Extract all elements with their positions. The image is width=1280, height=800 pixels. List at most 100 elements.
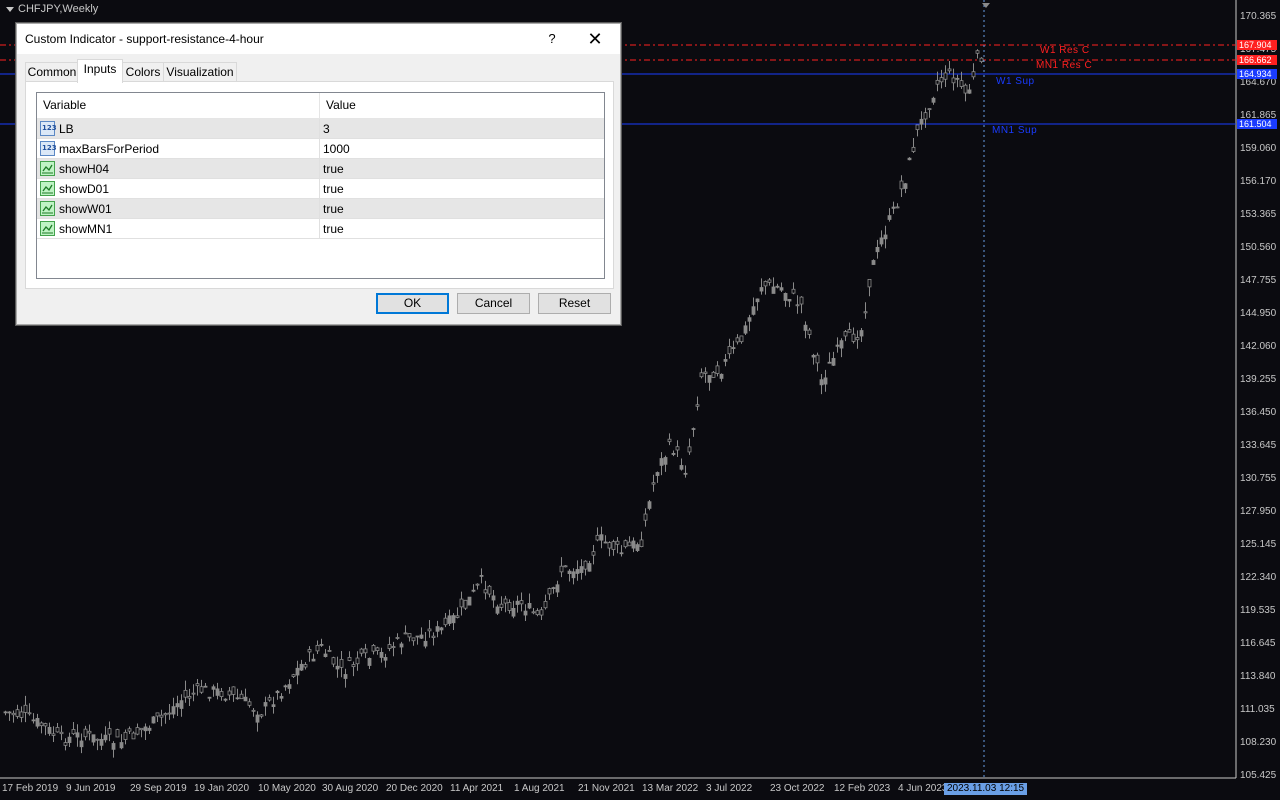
candle-body (703, 371, 708, 374)
candle-body (807, 329, 812, 335)
candle-body (811, 354, 816, 358)
value-cell[interactable]: true (320, 199, 604, 219)
inputs-grid[interactable]: Variable Value 123 LB 3 123 maxBarsForPeriod… (36, 92, 605, 279)
candle-body (267, 697, 272, 701)
candle-body (475, 583, 480, 586)
candle-body (271, 704, 276, 707)
candle-body (979, 57, 984, 63)
candle-body (515, 600, 520, 605)
candle-body (567, 570, 572, 574)
dialog-title: Custom Indicator - support-resistance-4-… (25, 32, 264, 46)
indicator-price-tag: 161.504 (1237, 119, 1277, 129)
candle-body (823, 377, 828, 385)
candle-body (623, 540, 628, 548)
period-separator-marker-icon (982, 3, 990, 8)
candle-body (931, 97, 936, 103)
candle-body (191, 692, 196, 695)
candle-body (171, 706, 176, 715)
candle-body (827, 361, 832, 364)
candle-body (835, 344, 840, 347)
cancel-button[interactable]: Cancel (457, 293, 530, 314)
candle-body (867, 278, 872, 288)
input-row[interactable]: showD01 true (37, 179, 604, 199)
candle-body (407, 633, 412, 638)
candle-body (371, 645, 376, 652)
dialog-titlebar[interactable]: Custom Indicator - support-resistance-4-… (17, 24, 620, 54)
close-button[interactable]: ✕ (583, 27, 607, 51)
candle-body (359, 648, 364, 654)
candle-body (343, 674, 348, 679)
candle-body (59, 731, 64, 735)
candle-body (975, 50, 980, 54)
input-row[interactable]: 123 maxBarsForPeriod 1000 (37, 139, 604, 159)
reset-button[interactable]: Reset (538, 293, 611, 314)
candle-body (183, 689, 188, 698)
candle-body (335, 665, 340, 670)
candle-body (955, 77, 960, 80)
candle-body (375, 647, 380, 651)
candle-body (831, 358, 836, 366)
candle-body (55, 727, 60, 733)
grid-header: Variable Value (37, 93, 604, 119)
candle-body (115, 729, 120, 738)
input-row[interactable]: showW01 true (37, 199, 604, 219)
candle-body (39, 722, 44, 727)
dropdown-triangle-icon[interactable] (6, 6, 14, 12)
candle-body (3, 711, 8, 714)
candle-body (851, 333, 856, 342)
inputs-panel: Variable Value 123 LB 3 123 maxBarsForPeriod… (25, 81, 614, 289)
tab-common[interactable]: Common (25, 62, 79, 82)
variable-name: LB (59, 122, 74, 136)
candle-body (499, 603, 504, 608)
candle-body (179, 700, 184, 709)
ok-button[interactable]: OK (376, 293, 449, 314)
candle-body (311, 658, 316, 662)
candle-body (871, 260, 876, 265)
help-button[interactable]: ? (541, 27, 563, 51)
input-row[interactable]: showMN1 true (37, 219, 604, 239)
column-header-value[interactable]: Value (320, 93, 604, 118)
candle-body (299, 663, 304, 671)
variable-name: showMN1 (59, 222, 113, 236)
candle-body (511, 608, 516, 617)
candle-body (383, 657, 388, 661)
candle-body (415, 635, 420, 638)
candle-body (355, 657, 360, 665)
tab-inputs[interactable]: Inputs (77, 59, 123, 83)
candle-body (123, 731, 128, 740)
candle-body (779, 287, 784, 291)
value-cell[interactable]: true (320, 219, 604, 239)
candle-body (915, 124, 920, 131)
candle-body (7, 711, 12, 714)
value-cell[interactable]: 3 (320, 119, 604, 139)
candle-body (751, 306, 756, 315)
candle-body (943, 72, 948, 80)
tab-colors[interactable]: Colors (121, 62, 165, 82)
candle-body (251, 709, 256, 712)
candle-body (175, 703, 180, 708)
candle-body (451, 615, 456, 624)
input-row[interactable]: showH04 true (37, 159, 604, 179)
candle-body (479, 575, 484, 577)
time-tick-label: 17 Feb 2019 (2, 783, 59, 794)
candle-body (327, 649, 332, 652)
candle-body (215, 688, 220, 696)
candle-body (47, 726, 52, 734)
candle-body (935, 79, 940, 85)
column-header-variable[interactable]: Variable (37, 93, 320, 118)
value-cell[interactable]: 1000 (320, 139, 604, 159)
tab-visualization[interactable]: Visualization (163, 62, 237, 82)
value-cell[interactable]: true (320, 179, 604, 199)
input-row[interactable]: 123 LB 3 (37, 119, 604, 139)
candle-body (691, 428, 696, 430)
candle-body (239, 693, 244, 700)
candle-body (735, 337, 740, 343)
price-tick-label: 111.035 (1240, 704, 1275, 715)
candle-body (227, 690, 232, 696)
candle-body (747, 317, 752, 322)
candle-body (43, 723, 48, 727)
value-cell[interactable]: true (320, 159, 604, 179)
candle-body (879, 237, 884, 245)
price-tick-label: 105.425 (1240, 770, 1277, 781)
price-tick-label: 147.755 (1240, 275, 1277, 286)
